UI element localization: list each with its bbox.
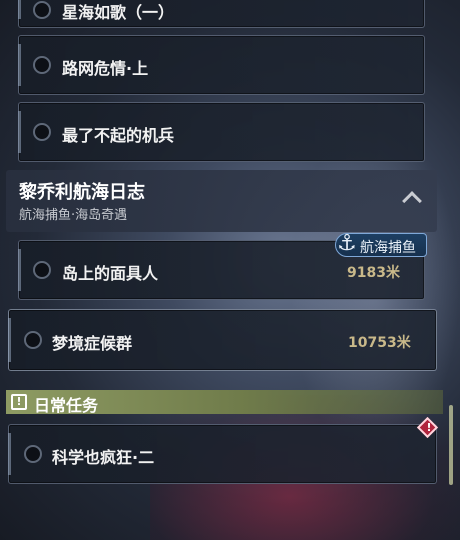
quest-item-accent — [8, 318, 11, 362]
chapter-subtitle: 航海捕鱼·海岛奇遇 — [19, 208, 128, 223]
quest-label: 科学也疯狂·二 — [52, 448, 155, 467]
quest-item-mech-soldier[interactable]: 最了不起的机兵 — [18, 102, 425, 162]
quest-item-crazy-science[interactable]: 科学也疯狂·二 — [8, 424, 437, 484]
chapter-title: 黎乔利航海日志 — [19, 182, 145, 203]
quest-item-accent — [18, 111, 21, 153]
quest-radio[interactable] — [33, 123, 51, 141]
daily-tasks-header: ! 日常任务 — [6, 390, 443, 415]
quest-item-road-network[interactable]: 路网危情·上 — [18, 35, 425, 95]
quest-label: 岛上的面具人 — [62, 264, 159, 283]
fishing-tag-badge: ⚓ 航海捕鱼 — [335, 231, 427, 257]
quest-radio[interactable] — [33, 261, 51, 279]
quest-label: 最了不起的机兵 — [62, 126, 175, 145]
quest-item-dream-syndrome[interactable]: 梦境症候群 10753米 — [8, 309, 437, 371]
quest-radio[interactable] — [33, 56, 51, 74]
anchor-icon: ⚓ — [337, 231, 357, 256]
quest-item-accent — [8, 433, 11, 475]
alert-mark: ! — [426, 421, 432, 434]
quest-radio[interactable] — [24, 331, 42, 349]
fishing-tag-label: 航海捕鱼 — [360, 240, 416, 256]
quest-item-accent — [18, 249, 21, 291]
quest-radio[interactable] — [33, 1, 51, 19]
quest-item-accent — [18, 44, 21, 86]
exclamation-icon: ! — [11, 394, 27, 410]
quest-radio[interactable] — [24, 445, 42, 463]
quest-label: 路网危情·上 — [62, 59, 149, 78]
quest-item-star-sea[interactable]: 星海如歌（一） — [18, 0, 425, 28]
scrollbar[interactable] — [449, 405, 453, 485]
quest-item-accent — [18, 0, 21, 19]
chevron-up-icon[interactable] — [402, 191, 422, 211]
quest-distance: 9183米 — [347, 265, 400, 281]
quest-label: 梦境症候群 — [52, 334, 133, 353]
quest-distance: 10753米 — [348, 335, 411, 351]
chapter-header[interactable]: 黎乔利航海日志 航海捕鱼·海岛奇遇 — [6, 170, 437, 232]
quest-label: 星海如歌（一） — [62, 3, 175, 22]
daily-tasks-title: 日常任务 — [34, 396, 99, 415]
